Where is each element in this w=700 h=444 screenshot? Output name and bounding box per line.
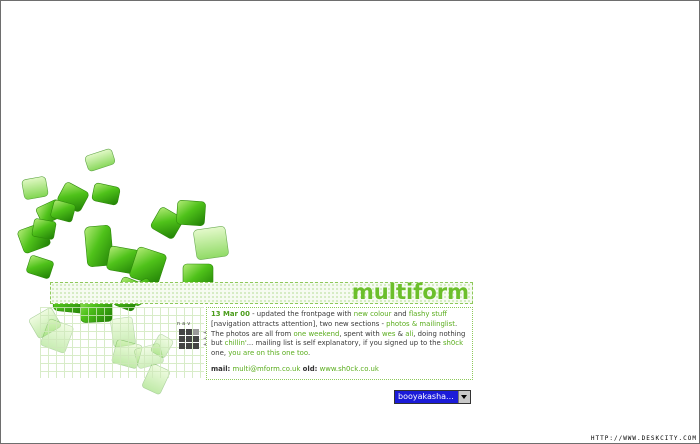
news-text-fragment: one, <box>211 349 229 358</box>
wes-link[interactable]: wes <box>382 330 395 338</box>
news-text-fragment: and <box>391 310 409 318</box>
nav-cell[interactable] <box>179 343 185 349</box>
navigation-widget[interactable]: nav + + + <box>177 321 209 356</box>
sh0ck-link[interactable]: sh0ck <box>443 339 463 347</box>
old-site-label: old: <box>302 365 318 373</box>
nav-cell[interactable] <box>179 329 185 335</box>
jump-select-value: booyakasha... <box>398 392 454 401</box>
news-text-fragment: , spent with <box>339 329 382 338</box>
news-text-fragment: & <box>409 319 420 328</box>
header-bar: multiform <box>50 280 473 304</box>
chillin-link[interactable]: chillin' <box>225 339 247 347</box>
mail-link[interactable]: multi@mform.co.uk <box>233 365 301 373</box>
news-text-fragment: [navigation attracts attention], two new… <box>211 319 387 328</box>
nav-grid[interactable] <box>179 329 199 349</box>
site-logo[interactable]: multiform <box>352 280 469 304</box>
mailinglist-link[interactable]: mailinglist <box>419 320 455 328</box>
credit-text: HTTP://WWW.DESKCITY.COM <box>590 435 697 442</box>
nav-cell[interactable] <box>186 329 192 335</box>
news-text: 13 Mar 00 - updated the frontpage with n… <box>211 310 469 359</box>
photos-link[interactable]: photos <box>386 320 409 328</box>
nav-cell[interactable] <box>193 329 199 335</box>
also-on-link[interactable]: you are on this one too <box>228 349 308 357</box>
dropdown-arrow-icon[interactable] <box>458 391 470 403</box>
flashy-stuff-link[interactable]: flashy stuff <box>409 310 447 318</box>
contact-row: mail: multi@mform.co.uk old: www.sh0ck.c… <box>211 365 379 373</box>
mail-label: mail: <box>211 365 231 373</box>
page: multiform nav + + + 13 Mar 00 - updated … <box>0 0 700 444</box>
one-weekend-link[interactable]: one weekend <box>293 330 339 338</box>
nav-cell[interactable] <box>193 343 199 349</box>
new-colour-link[interactable]: new colour <box>354 310 392 318</box>
news-text-fragment: - updated the frontpage with <box>249 310 354 318</box>
old-site-link[interactable]: www.sh0ck.co.uk <box>320 365 379 373</box>
nav-cell[interactable] <box>186 336 192 342</box>
nav-cell[interactable] <box>193 336 199 342</box>
news-text-fragment: ... mailing list is self explanatory, if… <box>246 339 443 348</box>
jump-select[interactable]: booyakasha... <box>394 390 471 404</box>
news-text-fragment: & <box>395 329 406 338</box>
nav-cell[interactable] <box>179 336 185 342</box>
nav-label: nav <box>177 321 193 327</box>
nav-cell[interactable] <box>186 343 192 349</box>
news-panel: 13 Mar 00 - updated the frontpage with n… <box>206 307 473 380</box>
news-date: 13 Mar 00 <box>211 310 250 318</box>
news-text-fragment: . <box>307 349 311 358</box>
